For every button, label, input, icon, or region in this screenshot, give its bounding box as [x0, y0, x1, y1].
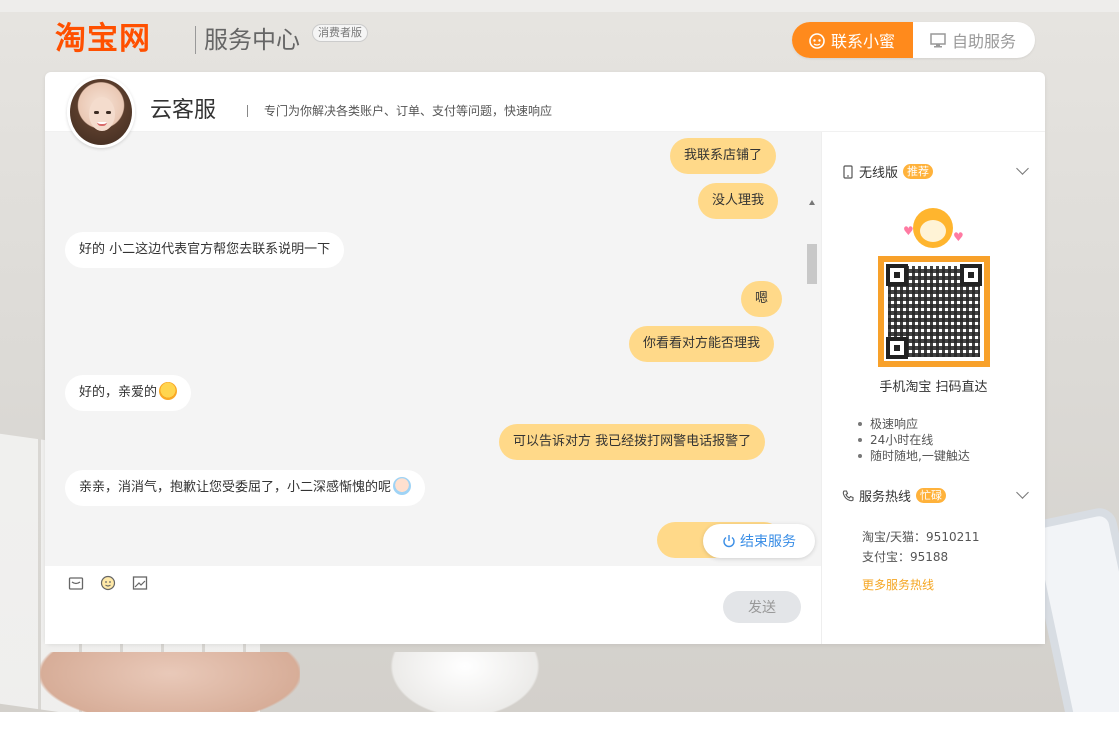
message-text: 你看看对方能否理我 — [643, 336, 761, 351]
recommend-badge: 推荐 — [903, 164, 934, 179]
chat-scrollbar[interactable] — [806, 196, 818, 566]
hotline-label: 支付宝： — [862, 550, 911, 564]
message-text: 可以告诉对方 我已经拨打网警电话报警了 — [513, 434, 752, 449]
mobile-section-title[interactable]: 无线版 推荐 — [842, 162, 934, 181]
avatar-eye — [106, 111, 111, 114]
qr-corner — [960, 264, 982, 286]
tab-self-label: 自助服务 — [952, 32, 1017, 51]
monitor-icon — [929, 31, 947, 49]
consumer-edition-badge: 消费者版 — [312, 24, 368, 42]
qr-caption: 手机淘宝 扫码直达 — [879, 380, 988, 395]
more-hotlines-link[interactable]: 更多服务热线 — [862, 576, 934, 593]
qr-corner — [886, 264, 908, 286]
mobile-title: 无线版 — [859, 166, 899, 181]
busy-badge: 忙碌 — [916, 488, 947, 503]
hotline-number: 95188 — [910, 550, 949, 564]
hotline-section-title[interactable]: 服务热线 忙碌 — [842, 486, 947, 505]
user-message: 你看看对方能否理我 — [629, 326, 775, 362]
qr-image — [884, 262, 984, 361]
baby-emoji-icon — [393, 477, 412, 495]
qr-corner — [886, 337, 908, 359]
feature-item: 24小时在线 — [858, 432, 970, 448]
message-text: 亲亲，消消气，抱歉让您受委屈了，小二深感惭愧的呢 — [79, 480, 392, 495]
hotline-title: 服务热线 — [859, 490, 912, 505]
feature-list: 极速响应 24小时在线 随时随地,一键触达 — [858, 416, 970, 464]
feature-item: 极速响应 — [858, 416, 970, 432]
taobao-logo[interactable]: 淘宝网 — [55, 20, 151, 58]
service-center-title: 服务中心 — [204, 26, 300, 54]
scroll-thumb[interactable] — [807, 244, 817, 284]
chevron-down-icon[interactable] — [1016, 162, 1029, 175]
bee-icon — [808, 31, 826, 49]
tab-contact-label: 联系小蜜 — [831, 32, 896, 51]
logo-divider — [195, 26, 196, 54]
hotline-taobao: 淘宝/天猫：9510211 — [862, 528, 980, 545]
phone-call-icon — [842, 489, 854, 501]
agent-avatar — [67, 76, 135, 148]
agent-message: 亲亲，消消气，抱歉让您受委屈了，小二深感惭愧的呢 — [65, 470, 426, 506]
agent-message: 好的 小二这边代表官方帮您去联系说明一下 — [65, 232, 345, 268]
user-message: 我联系店铺了 — [670, 138, 777, 174]
message-text: 我联系店铺了 — [684, 148, 763, 163]
sidebar: 无线版 推荐 ♥ ♥ 手机淘宝 扫码直达 极速响应 24小时在线 随时随地,一键… — [822, 132, 1045, 644]
bee-mascot-icon: ♥ ♥ — [903, 202, 964, 258]
shop-icon[interactable] — [67, 574, 85, 592]
message-text: 嗯 — [755, 291, 769, 306]
header-separator — [247, 105, 248, 117]
image-icon[interactable] — [131, 574, 149, 592]
message-text: 好的，亲爱的 — [79, 385, 158, 400]
send-button[interactable]: 发送 — [723, 591, 801, 623]
chat-header: 云客服 专门为你解决各类账户、订单、支付等问题，快速响应 — [45, 72, 1045, 148]
user-message: 可以告诉对方 我已经拨打网警电话报警了 — [499, 424, 766, 460]
tab-contact-xiaomi[interactable]: 联系小蜜 — [792, 22, 913, 58]
love-emoji-icon — [159, 382, 178, 400]
message-text: 没人理我 — [712, 193, 765, 208]
user-message: 没人理我 — [698, 183, 779, 219]
hotline-number: 9510211 — [926, 530, 980, 544]
scroll-up-arrow-icon[interactable] — [809, 200, 815, 205]
end-service-button[interactable]: 结束服务 — [703, 524, 815, 558]
emoji-icon[interactable] — [99, 574, 117, 592]
agent-description: 专门为你解决各类账户、订单、支付等问题，快速响应 — [264, 104, 553, 118]
avatar-eye — [94, 111, 99, 114]
mascot-face — [920, 220, 946, 242]
power-icon — [723, 535, 735, 548]
end-service-label: 结束服务 — [740, 534, 796, 550]
heart-icon: ♥ — [953, 230, 964, 244]
chevron-down-icon[interactable] — [1016, 486, 1029, 499]
feature-item: 随时随地,一键触达 — [858, 448, 970, 464]
agent-name: 云客服 — [150, 98, 217, 123]
hotline-label: 淘宝/天猫： — [862, 530, 927, 544]
chat-card: 云客服 专门为你解决各类账户、订单、支付等问题，快速响应 我联系店铺了 没人理我… — [45, 72, 1045, 644]
hotline-alipay: 支付宝：95188 — [862, 548, 948, 565]
qr-code — [878, 256, 990, 367]
chat-message-area[interactable]: 我联系店铺了 没人理我 好的 小二这边代表官方帮您去联系说明一下 嗯 你看看对方… — [45, 132, 821, 566]
message-text: 好的 小二这边代表官方帮您去联系说明一下 — [79, 242, 331, 257]
footer-strip — [0, 712, 1119, 734]
tab-self-service[interactable]: 自助服务 — [913, 22, 1035, 58]
agent-message: 好的，亲爱的 — [65, 375, 192, 411]
user-message: 嗯 — [741, 281, 783, 317]
message-input-area[interactable]: 发送 — [45, 566, 821, 644]
phone-icon — [843, 164, 853, 179]
top-tabs: 联系小蜜 自助服务 — [792, 22, 1035, 58]
